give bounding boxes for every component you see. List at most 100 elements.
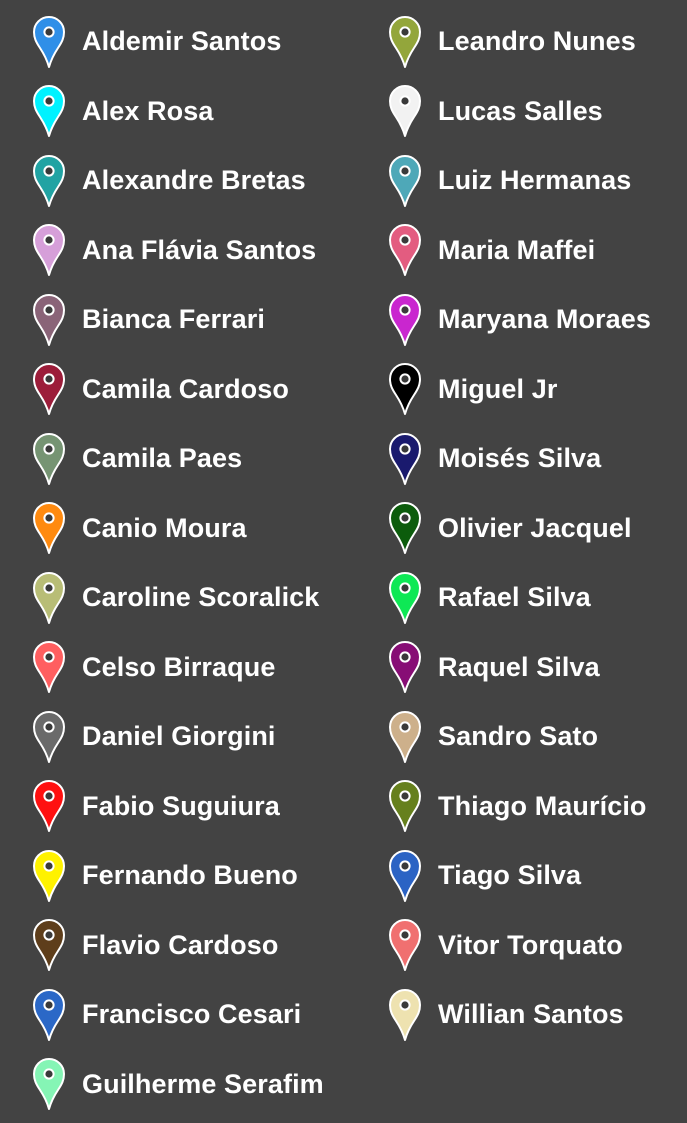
pin-body [389,85,421,138]
map-pin-icon [389,849,421,902]
map-pin-icon [33,710,65,763]
pin-body [33,15,65,68]
legend-item: Ana Flávia Santos [32,216,324,286]
legend-item: Fernando Bueno [32,841,324,911]
pin-center-dot [43,721,55,733]
pin-center-dot [399,999,411,1011]
legend-item-label: Tiago Silva [438,860,582,891]
legend-item: Fabio Suguiura [32,772,324,842]
map-pin-icon [388,640,422,694]
pin-body [33,85,65,138]
pin-body [33,293,65,346]
map-pin-icon [32,432,66,486]
legend-item: Lucas Salles [388,77,651,147]
pin-center-dot [43,234,55,246]
map-pin-icon [33,363,65,416]
legend-item: Guilherme Serafim [32,1050,324,1120]
legend-item-label: Camila Cardoso [82,373,289,404]
map-pin-icon [389,919,421,972]
map-pin-icon [389,502,421,555]
legend-item: Vitor Torquato [388,911,651,981]
pin-body [389,224,421,277]
map-pin-icon [33,641,65,694]
pin-center-dot [399,651,411,663]
map-pin-icon [389,85,421,138]
pin-body [33,224,65,277]
pin-center-dot [43,443,55,455]
map-pin-icon [388,779,422,833]
map-pin-icon [33,1058,65,1111]
pin-body [33,1058,65,1111]
legend-item-label: Lucas Salles [438,95,603,126]
legend-item: Francisco Cesari [32,980,324,1050]
legend-item: Sandro Sato [388,702,651,772]
map-pin-icon [32,571,66,625]
pin-center-dot [43,582,55,594]
map-pin-icon [32,154,66,208]
pin-body [389,293,421,346]
legend-item: Tiago Silva [388,841,651,911]
map-pin-icon [389,710,421,763]
legend-item-label: Ana Flávia Santos [82,234,317,265]
legend-item-label: Sandro Sato [438,721,599,752]
pin-body [33,710,65,763]
pin-center-dot [43,304,55,316]
map-pin-icon [388,15,422,69]
pin-center-dot [399,790,411,802]
pin-center-dot [399,95,411,107]
pin-center-dot [43,651,55,663]
legend-item: Flavio Cardoso [32,911,324,981]
legend-item-label: Willian Santos [438,999,624,1030]
legend-item: Maryana Moraes [388,285,651,355]
map-pin-icon [388,501,422,555]
legend-item-label: Miguel Jr [438,373,558,404]
pin-center-dot [399,165,411,177]
pin-body [389,432,421,485]
legend-item: Alexandre Bretas [32,146,324,216]
map-pin-icon [32,918,66,972]
map-pin-icon [32,1057,66,1111]
map-pin-icon [32,710,66,764]
pin-center-dot [43,95,55,107]
map-pin-icon [388,223,422,277]
legend-item-label: Francisco Cesari [82,999,302,1030]
legend-item-label: Canio Moura [82,512,247,543]
pin-center-dot [399,234,411,246]
legend-item: Daniel Giorgini [32,702,324,772]
pin-body [389,988,421,1041]
legend-item-label: Maryana Moraes [438,304,651,335]
legend-item-label: Aldemir Santos [82,26,282,57]
pin-body [33,988,65,1041]
map-pin-icon [32,779,66,833]
legend-item: Luiz Hermanas [388,146,651,216]
pin-body [389,780,421,833]
map-pin-icon [32,293,66,347]
map-pin-icon [389,432,421,485]
map-pin-icon [388,849,422,903]
legend-item: Bianca Ferrari [32,285,324,355]
map-pin-legend: Aldemir Santos Alex Rosa Alexandre Bretas A… [0,0,687,1123]
map-pin-icon [32,84,66,138]
legend-item: Camila Cardoso [32,355,324,425]
map-pin-icon [33,988,65,1041]
legend-item-label: Raquel Silva [438,651,600,682]
legend-item-label: Vitor Torquato [438,929,623,960]
legend-item: Alex Rosa [32,77,324,147]
legend-item: Willian Santos [388,980,651,1050]
pin-center-dot [399,860,411,872]
pin-center-dot [399,26,411,38]
map-pin-icon [389,571,421,624]
legend-item-label: Alex Rosa [82,95,214,126]
pin-center-dot [43,26,55,38]
map-pin-icon [389,154,421,207]
pin-center-dot [43,512,55,524]
map-pin-icon [32,988,66,1042]
pin-center-dot [399,304,411,316]
map-pin-icon [33,849,65,902]
map-pin-icon [389,988,421,1041]
pin-center-dot [43,373,55,385]
map-pin-icon [33,919,65,972]
legend-item: Canio Moura [32,494,324,564]
pin-center-dot [43,790,55,802]
map-pin-icon [32,15,66,69]
